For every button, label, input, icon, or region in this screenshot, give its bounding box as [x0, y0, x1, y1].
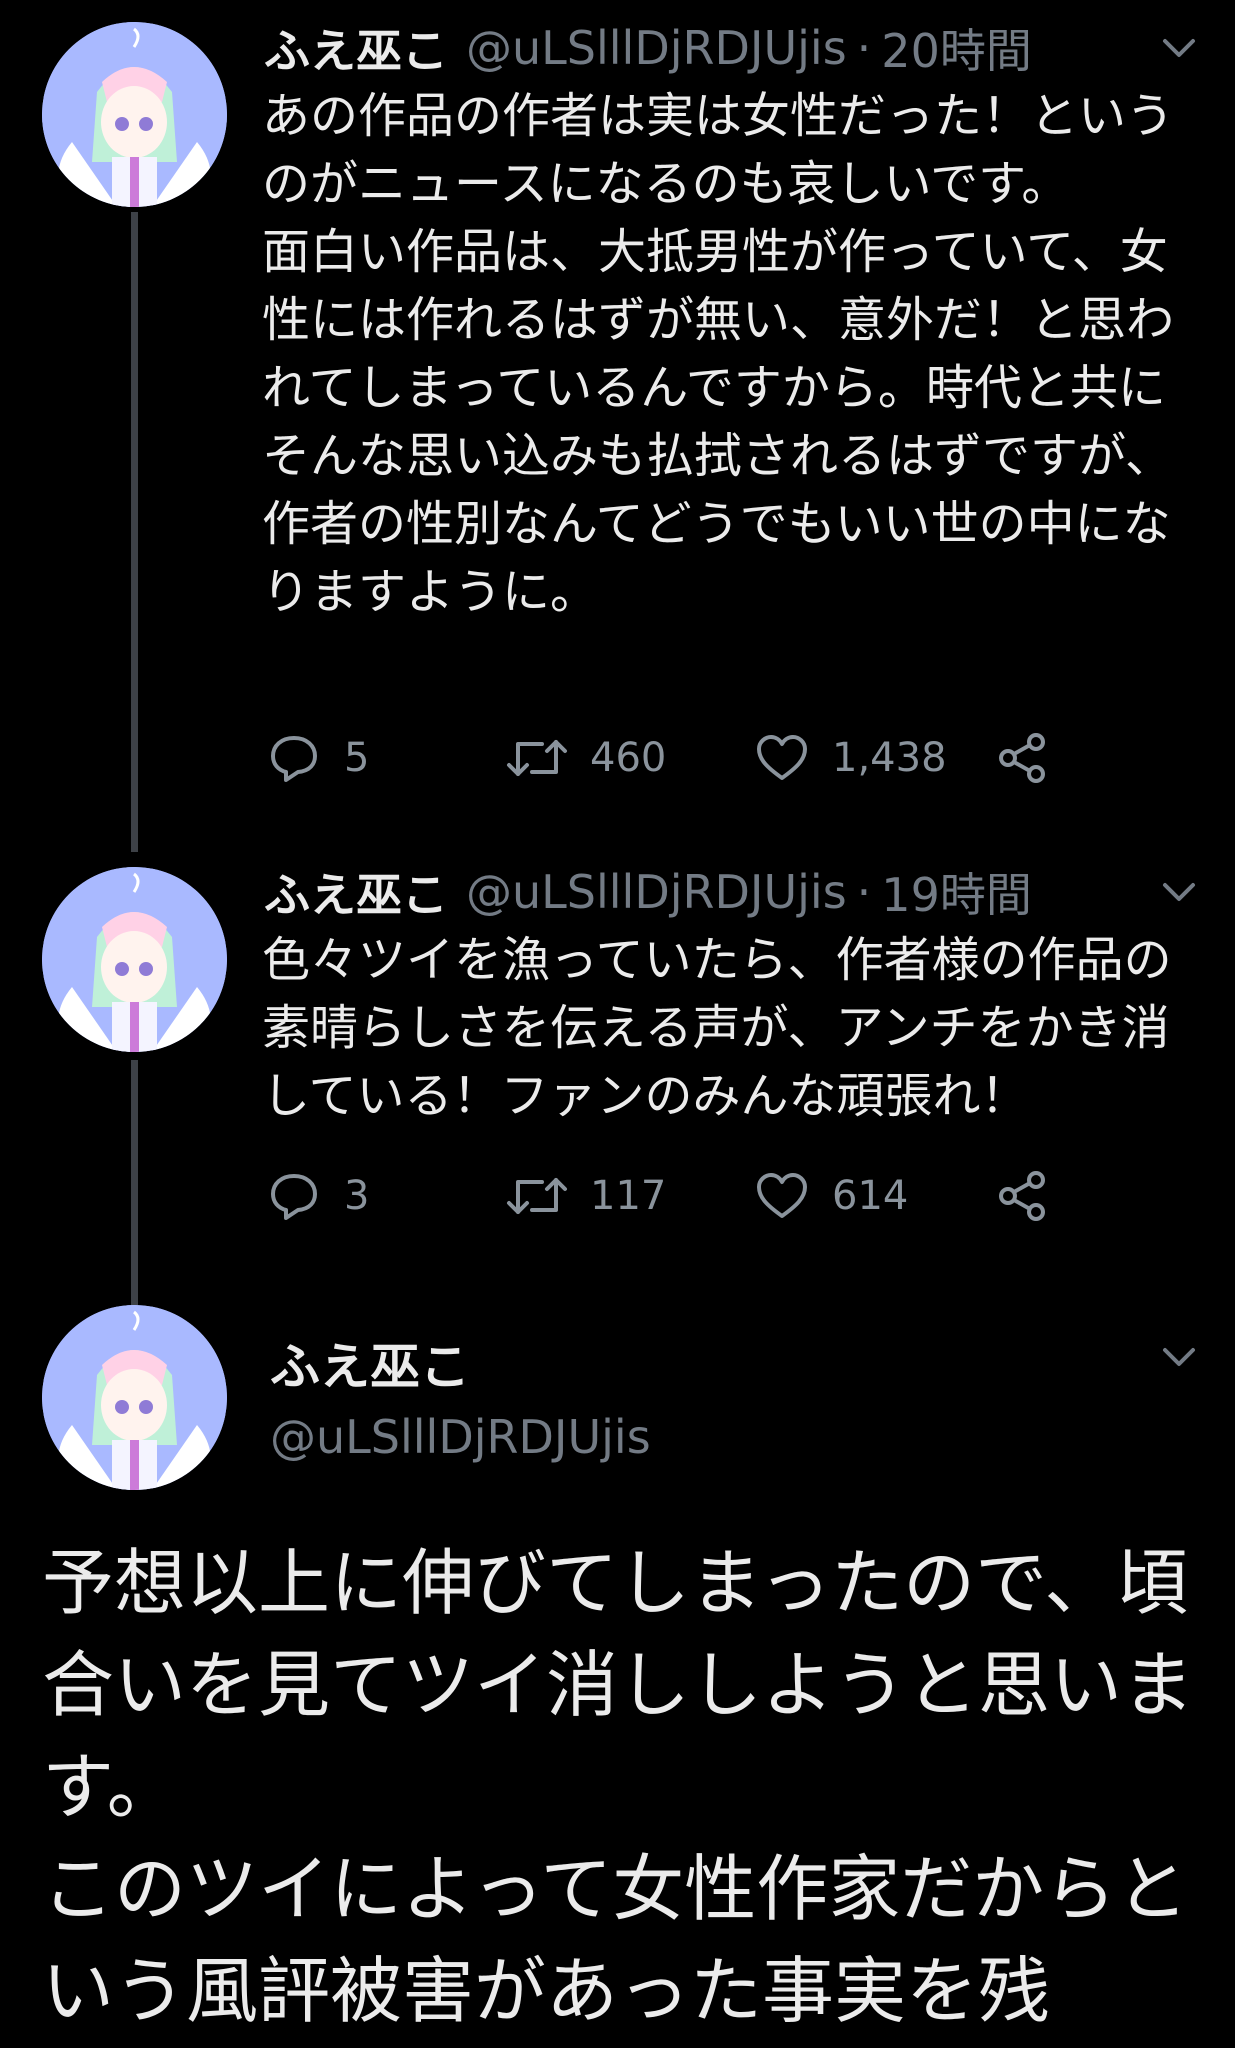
share-button[interactable]: [994, 728, 1072, 788]
reply-button[interactable]: 3: [266, 1166, 369, 1226]
tweet-text: 色々ツイを漁っていたら、作者様の作品の素晴らしさを伝える声が、アンチをかき消して…: [262, 932, 1172, 1124]
retweet-icon: [507, 1178, 567, 1214]
thread-line: [131, 212, 138, 852]
timestamp[interactable]: 19時間: [881, 859, 1032, 925]
reply-button[interactable]: 5: [266, 728, 369, 788]
user-handle[interactable]: @uLSlllDjRDJUjis: [270, 1410, 651, 1464]
retweet-count: 117: [590, 1173, 667, 1219]
share-icon: [999, 733, 1045, 783]
retweet-button[interactable]: 117: [506, 1166, 666, 1226]
avatar[interactable]: [42, 22, 227, 207]
tweet-actions: 5 460 1,438: [266, 728, 1066, 788]
avatar-illustration: [42, 22, 227, 207]
reply-icon: [271, 1174, 317, 1220]
reply-count: 3: [344, 1173, 370, 1219]
chevron-down-icon[interactable]: [1157, 26, 1201, 70]
avatar[interactable]: [42, 1305, 227, 1490]
like-button[interactable]: 1,438: [754, 728, 947, 788]
user-handle[interactable]: @uLSlllDjRDJUjis: [466, 865, 847, 919]
separator-dot: ·: [856, 21, 872, 75]
tweet-header: ふえ巫こ @uLSlllDjRDJUjis · 19時間: [264, 862, 1195, 922]
separator-dot: ·: [856, 865, 872, 919]
avatar-illustration: [42, 867, 227, 1052]
avatar[interactable]: [42, 867, 227, 1052]
avatar-illustration: [42, 1305, 227, 1490]
share-button[interactable]: [994, 1166, 1072, 1226]
tweet-header: ふえ巫こ @uLSlllDjRDJUjis · 20時間: [264, 18, 1195, 78]
like-count: 1,438: [832, 735, 947, 781]
heart-icon: [757, 1173, 807, 1218]
tweet-actions: 3 117 614: [266, 1166, 1066, 1226]
retweet-count: 460: [590, 735, 667, 781]
display-name[interactable]: ふえ巫こ: [264, 859, 448, 925]
thread-line: [131, 1060, 138, 1305]
share-icon: [999, 1171, 1045, 1221]
timestamp[interactable]: 20時間: [881, 15, 1032, 81]
like-count: 614: [832, 1173, 909, 1219]
user-handle[interactable]: @uLSlllDjRDJUjis: [466, 21, 847, 75]
display-name[interactable]: ふえ巫こ: [264, 15, 448, 81]
retweet-button[interactable]: 460: [506, 728, 666, 788]
chevron-down-icon[interactable]: [1157, 870, 1201, 914]
like-button[interactable]: 614: [754, 1166, 908, 1226]
reply-count: 5: [344, 735, 370, 781]
tweet-text: 予想以上に伸びてしまったので、頃合いを見てツイ消ししようと思います。 このツイに…: [42, 1541, 1195, 2033]
reply-icon: [271, 736, 317, 782]
display-name[interactable]: ふえ巫こ: [270, 1327, 470, 1399]
chevron-down-icon[interactable]: [1157, 1335, 1201, 1379]
tweet-text: あの作品の作者は実は女性だった！というのがニュースになるのも哀しいです。 面白い…: [262, 88, 1175, 620]
retweet-icon: [507, 740, 567, 776]
heart-icon: [757, 735, 807, 780]
